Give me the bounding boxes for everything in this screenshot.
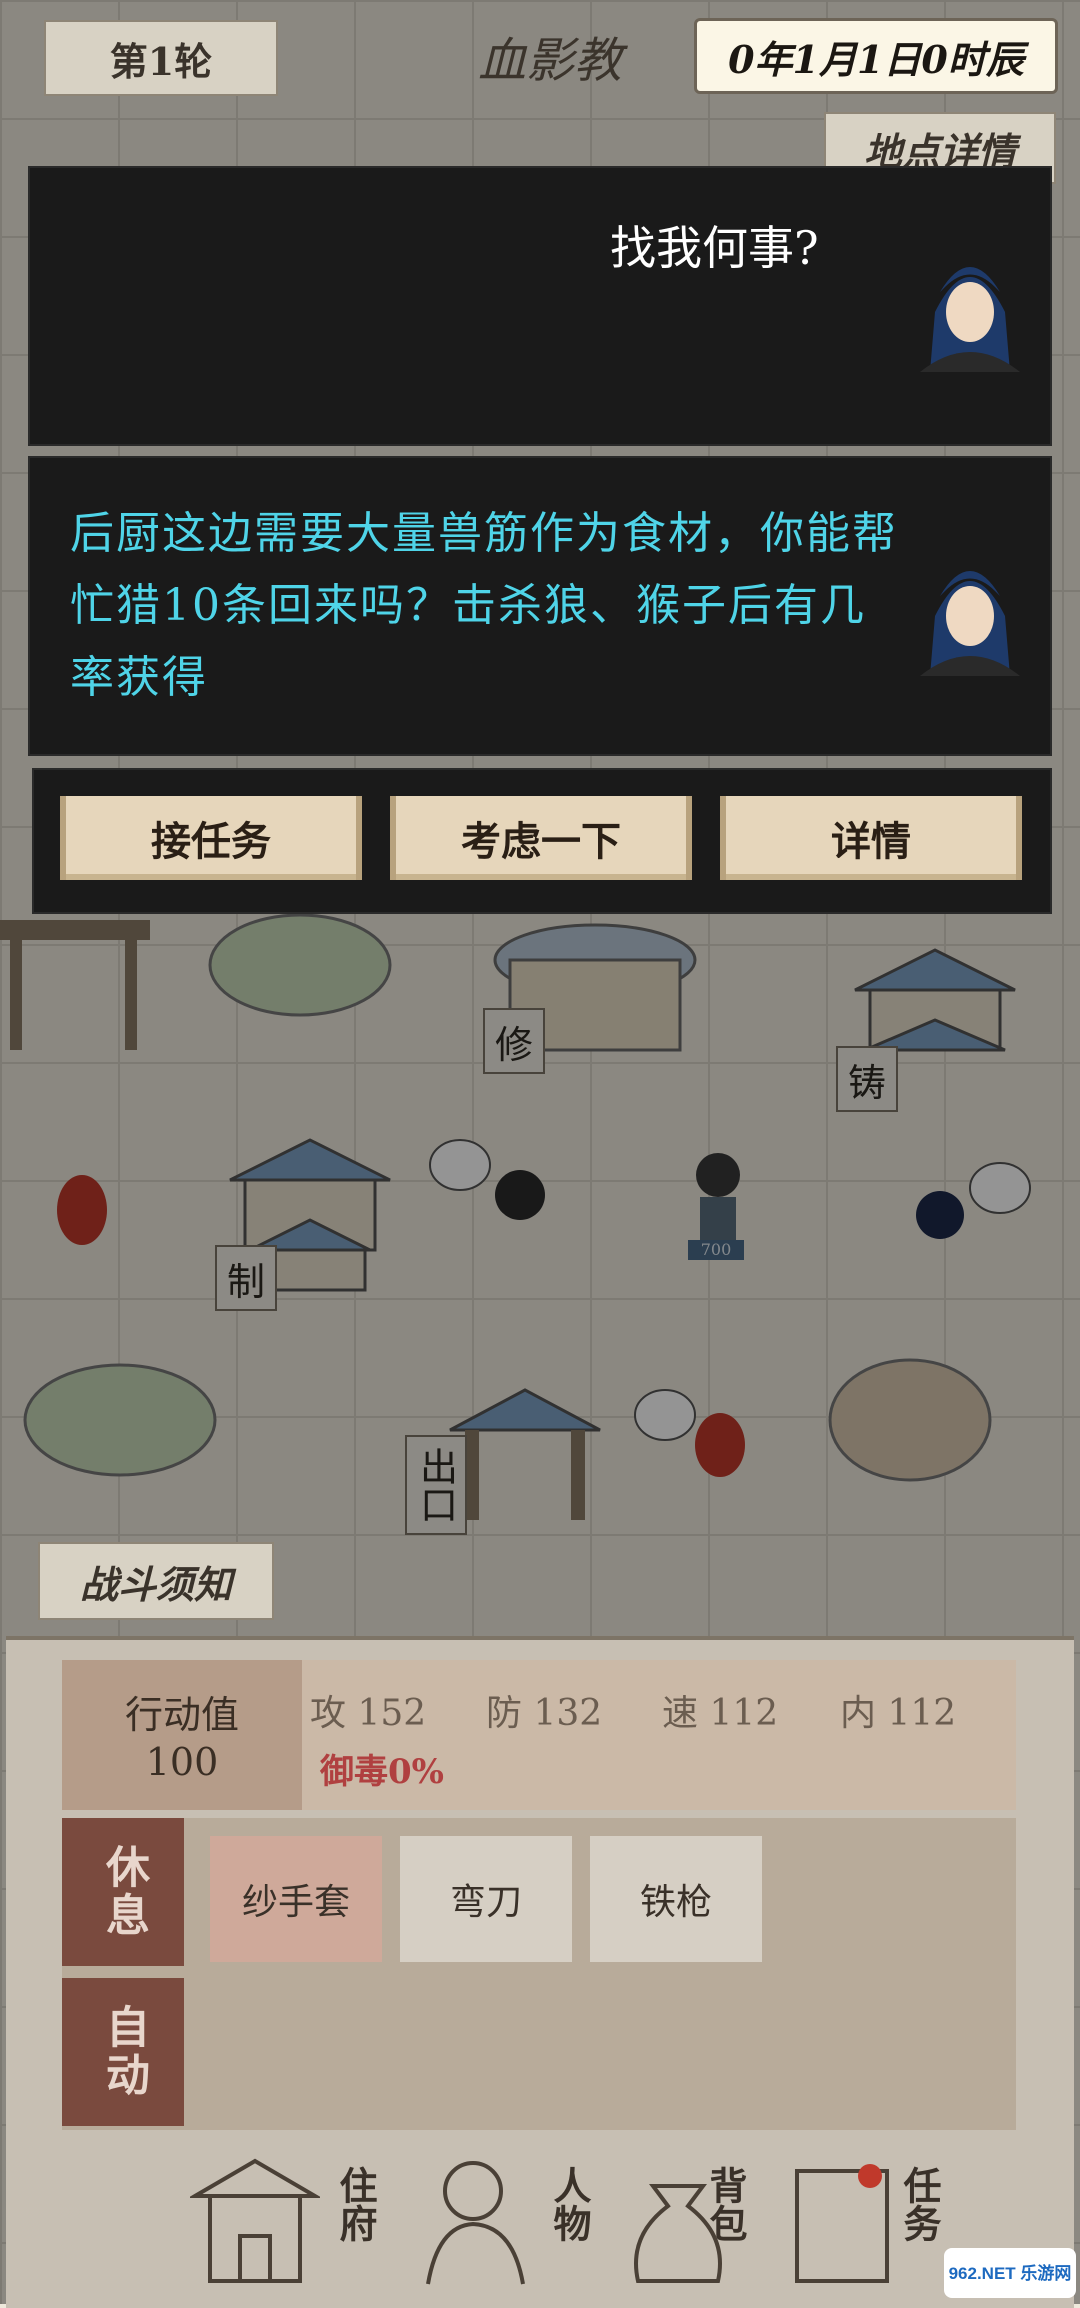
accept-quest-button[interactable]: 接任务 [60,796,362,880]
action-box: 行动值 100 [62,1660,302,1810]
nav-label: 任务 [897,2166,942,2242]
site-watermark: 962.NET 乐游网 [944,2248,1076,2298]
nav-label: 背包 [703,2166,748,2242]
auto-button[interactable]: 自动 [62,1978,184,2126]
action-value: 100 [145,1740,219,1784]
date-display: 0年1月1日0时辰 [694,18,1058,94]
npc-portrait [920,571,1020,676]
poison-resist: 御毒0% [320,1752,444,1792]
item-slot-spear[interactable]: 铁枪 [590,1836,762,1962]
item-slot-saber[interactable]: 弯刀 [400,1836,572,1962]
nav-label: 住府 [333,2166,378,2242]
battle-notice-button[interactable]: 战斗须知 [38,1542,274,1620]
attack-stat: 攻 152 [310,1693,427,1734]
defense-stat: 防 132 [486,1693,603,1734]
action-label: 行动值 [124,1693,239,1737]
npc-portrait [920,267,1020,372]
quest-dialog-panel: 后厨这边需要大量兽筋作为食材，你能帮忙猎10条回来吗？击杀狼、猴子后有几率获得 [28,456,1052,756]
stats-bar: 行动值 100 攻 152 防 132 速 112 内 112 御毒0% [62,1660,1016,1810]
nav-mansion[interactable]: 住府 [190,2150,390,2290]
consider-button[interactable]: 考虑一下 [390,796,692,880]
nav-label: 人物 [547,2166,592,2242]
quest-detail-button[interactable]: 详情 [720,796,1022,880]
character-icon [426,2161,525,2285]
speed-stat: 速 112 [662,1693,779,1734]
quest-text: 后厨这边需要大量兽筋作为食材，你能帮忙猎10条回来吗？击杀狼、猴子后有几率获得 [70,508,898,703]
nav-character[interactable]: 人物 [418,2150,618,2290]
mansion-icon [190,2158,320,2283]
location-title: 血影教 [477,33,622,89]
rest-button[interactable]: 休息 [62,1818,184,1966]
inner-stat: 内 112 [840,1693,957,1734]
item-slot-gloves[interactable]: 纱手套 [210,1836,382,1962]
npc-dialog-panel: 找我何事? [28,166,1052,446]
round-badge: 第1轮 [44,20,278,96]
npc-line-text: 找我何事? [610,221,819,275]
quest-action-bar: 接任务 考虑一下 详情 [32,768,1052,914]
